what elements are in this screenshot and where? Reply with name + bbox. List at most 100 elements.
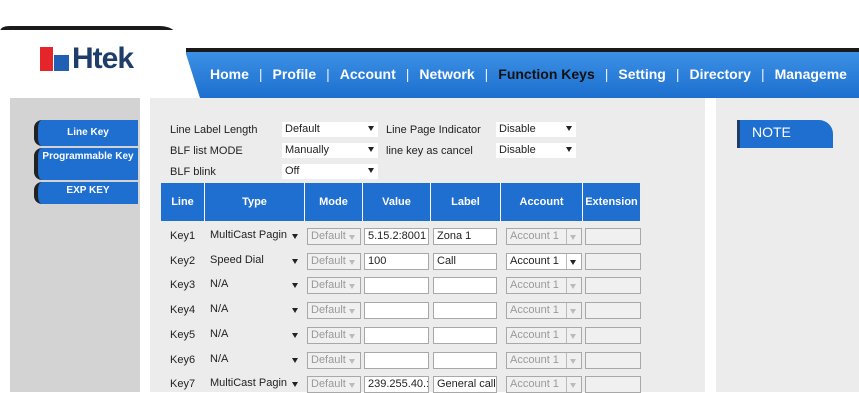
mode-select[interactable]: Default xyxy=(307,253,361,270)
type-select[interactable]: N/A xyxy=(207,352,303,369)
account-select[interactable]: Account 1 xyxy=(506,302,582,319)
col-header-mode: Mode xyxy=(305,183,363,221)
line-label-length-select[interactable]: Default xyxy=(282,122,378,137)
nav-setting[interactable]: Setting xyxy=(608,66,675,82)
row-line: Key1 xyxy=(170,230,196,242)
chevron-down-icon xyxy=(570,235,576,240)
col-header-line: Line xyxy=(161,183,205,221)
col-header-value: Value xyxy=(363,183,431,221)
mode-select[interactable]: Default xyxy=(307,327,361,344)
value-input[interactable] xyxy=(364,277,429,294)
row-line: Key3 xyxy=(170,279,196,291)
sidebar: Line Key Programmable Key EXP KEY xyxy=(10,98,140,392)
mode-select[interactable]: Default xyxy=(307,228,361,245)
chevron-down-icon xyxy=(566,147,572,152)
value-input[interactable]: 5.15.2:8001 xyxy=(364,228,429,245)
label-input[interactable]: Zona 1 xyxy=(433,228,497,245)
chevron-down-icon xyxy=(570,260,576,265)
line-key-as-cancel-select[interactable]: Disable xyxy=(496,143,576,158)
value-input[interactable] xyxy=(364,352,429,369)
account-select[interactable]: Account 1 xyxy=(506,327,582,344)
value-input[interactable] xyxy=(364,302,429,319)
chevron-down-icon xyxy=(368,126,374,131)
sidebar-item-label: EXP KEY xyxy=(66,185,110,196)
extension-input[interactable] xyxy=(585,376,641,393)
label-input[interactable] xyxy=(433,302,497,319)
extension-input[interactable] xyxy=(585,327,641,344)
mode-select[interactable]: Default xyxy=(307,376,361,393)
type-select[interactable]: Speed Dial xyxy=(207,253,303,270)
label-input[interactable] xyxy=(433,352,497,369)
extension-input[interactable] xyxy=(585,277,641,294)
chevron-down-icon xyxy=(570,383,576,388)
account-select[interactable]: Account 1 xyxy=(506,352,582,369)
row-line: Key7 xyxy=(170,378,196,390)
chevron-down-icon xyxy=(368,168,374,173)
row-line: Key5 xyxy=(170,329,196,341)
sidebar-item-exp-key[interactable]: EXP KEY xyxy=(34,182,138,204)
type-select[interactable]: N/A xyxy=(207,302,303,319)
nav-directory[interactable]: Directory xyxy=(679,66,760,82)
col-header-extension: Extension xyxy=(583,183,640,221)
extension-input[interactable] xyxy=(585,253,641,270)
nav-profile[interactable]: Profile xyxy=(263,66,327,82)
row-line: Key4 xyxy=(170,304,196,316)
extension-input[interactable] xyxy=(585,228,641,245)
nav-network[interactable]: Network xyxy=(409,66,484,82)
chevron-down-icon xyxy=(349,235,355,240)
chevron-down-icon xyxy=(292,259,298,264)
value-input[interactable]: 100 xyxy=(364,253,429,270)
chevron-down-icon xyxy=(292,333,298,338)
htek-logo: Htek xyxy=(40,42,134,75)
label-input[interactable] xyxy=(433,327,497,344)
mode-select[interactable]: Default xyxy=(307,352,361,369)
type-select[interactable]: MultiCast Pagin xyxy=(207,228,303,245)
mode-select[interactable]: Default xyxy=(307,302,361,319)
blf-blink-select[interactable]: Off xyxy=(282,164,378,179)
chevron-down-icon xyxy=(570,359,576,364)
mode-select[interactable]: Default xyxy=(307,277,361,294)
account-select[interactable]: Account 1 xyxy=(506,228,582,245)
label-input[interactable] xyxy=(433,277,497,294)
value-input[interactable]: 239.255.40.: xyxy=(364,376,429,393)
main-panel xyxy=(150,98,705,392)
type-select[interactable]: N/A xyxy=(207,277,303,294)
extension-input[interactable] xyxy=(585,302,641,319)
label-input[interactable]: Call xyxy=(433,253,497,270)
chevron-down-icon xyxy=(292,234,298,239)
col-header-type: Type xyxy=(205,183,305,221)
chevron-down-icon xyxy=(349,309,355,314)
logo-mark-icon xyxy=(40,47,70,71)
chevron-down-icon xyxy=(570,309,576,314)
blf-list-mode-select[interactable]: Manually xyxy=(282,143,378,158)
nav-home[interactable]: Home xyxy=(200,66,259,82)
top-nav: Home | Profile | Account | Network | Fun… xyxy=(200,62,857,86)
label-input[interactable]: General call xyxy=(433,376,497,393)
line-page-indicator-select[interactable]: Disable xyxy=(496,122,576,137)
nav-management[interactable]: Manageme xyxy=(765,66,857,82)
chevron-down-icon xyxy=(349,260,355,265)
sidebar-item-label: Programmable Key xyxy=(42,151,134,162)
chevron-down-icon xyxy=(292,382,298,387)
logo-text: Htek xyxy=(72,42,134,75)
chevron-down-icon xyxy=(292,308,298,313)
account-select[interactable]: Account 1 xyxy=(506,277,582,294)
chevron-down-icon xyxy=(570,334,576,339)
row-line: Key2 xyxy=(170,255,196,267)
type-select[interactable]: MultiCast Pagin xyxy=(207,376,303,393)
chevron-down-icon xyxy=(349,334,355,339)
account-select[interactable]: Account 1 xyxy=(506,253,582,270)
nav-account[interactable]: Account xyxy=(330,66,406,82)
value-input[interactable] xyxy=(364,327,429,344)
extension-input[interactable] xyxy=(585,352,641,369)
account-select[interactable]: Account 1 xyxy=(506,376,582,393)
chevron-down-icon xyxy=(292,358,298,363)
chevron-down-icon xyxy=(349,383,355,388)
sidebar-item-programmable-key[interactable]: Programmable Key xyxy=(34,148,138,180)
nav-function-keys[interactable]: Function Keys xyxy=(488,66,604,82)
sidebar-item-line-key[interactable]: Line Key xyxy=(34,120,138,146)
sidebar-item-label: Line Key xyxy=(67,127,109,138)
line-label-length-label: Line Label Length xyxy=(170,124,258,136)
type-select[interactable]: N/A xyxy=(207,327,303,344)
chevron-down-icon xyxy=(349,359,355,364)
